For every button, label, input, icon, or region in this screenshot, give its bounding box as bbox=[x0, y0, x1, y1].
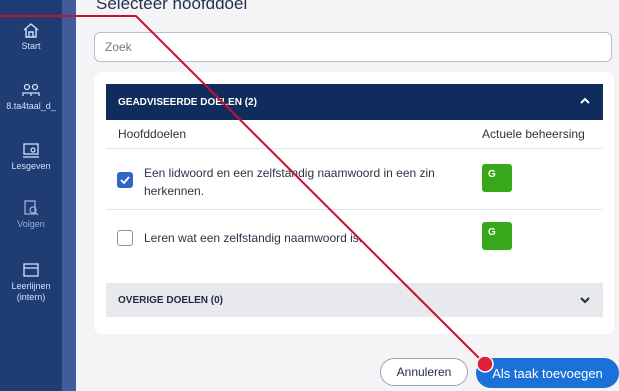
other-goals-header[interactable]: OVERIGE DOELEN (0) bbox=[106, 283, 603, 317]
advised-goals-header[interactable]: GEADVISEERDE DOELEN (2) bbox=[106, 84, 603, 120]
teach-icon bbox=[23, 143, 39, 158]
divider bbox=[106, 148, 603, 149]
column-header-mastery: Actuele beheersing bbox=[482, 127, 585, 141]
mastery-badge: G bbox=[482, 222, 512, 250]
sidebar-item-label: Leerlijnen (intern) bbox=[11, 281, 51, 302]
page-title: Selecteer hoofddoel bbox=[96, 0, 248, 13]
sidebar-edge bbox=[62, 0, 76, 391]
goal-checkbox[interactable] bbox=[117, 230, 133, 246]
sidebar-item-label: 8.ta4taal_d_ bbox=[6, 101, 56, 111]
goal-text: Leren wat een zelfstandig naamwoord is. bbox=[144, 231, 363, 245]
sidebar-item-volgen[interactable]: Volgen bbox=[0, 200, 62, 230]
cancel-button[interactable]: Annuleren bbox=[380, 358, 468, 386]
sidebar-item-lesgeven[interactable]: Lesgeven bbox=[0, 142, 62, 172]
chevron-down-icon[interactable] bbox=[578, 293, 592, 307]
sidebar-item-label: Lesgeven bbox=[11, 161, 51, 171]
sidebar-item-leerlijnen[interactable]: Leerlijnen (intern) bbox=[0, 262, 62, 303]
goal-text: Een lidwoord en een zelfstandig naamwoor… bbox=[144, 166, 435, 198]
sidebar-item-label: Volgen bbox=[17, 219, 45, 229]
sidebar-item-label: Start bbox=[21, 41, 41, 51]
sidebar-item-start[interactable]: Start bbox=[0, 22, 62, 52]
check-icon bbox=[120, 176, 130, 185]
column-header-goals: Hoofddoelen bbox=[118, 127, 187, 141]
track-icon bbox=[24, 200, 39, 216]
goal-checkbox[interactable] bbox=[117, 172, 133, 188]
group-icon bbox=[22, 83, 40, 96]
sidebar bbox=[0, 0, 62, 391]
divider bbox=[106, 209, 603, 210]
search-input[interactable] bbox=[94, 32, 612, 62]
sidebar-item-group[interactable]: 8.ta4taal_d_ bbox=[0, 82, 62, 112]
add-as-task-button[interactable]: Als taak toevoegen bbox=[476, 358, 619, 388]
learning-lines-icon bbox=[23, 263, 39, 277]
home-icon bbox=[23, 23, 39, 38]
mastery-badge: G bbox=[482, 164, 512, 192]
chevron-up-icon[interactable] bbox=[578, 94, 592, 108]
